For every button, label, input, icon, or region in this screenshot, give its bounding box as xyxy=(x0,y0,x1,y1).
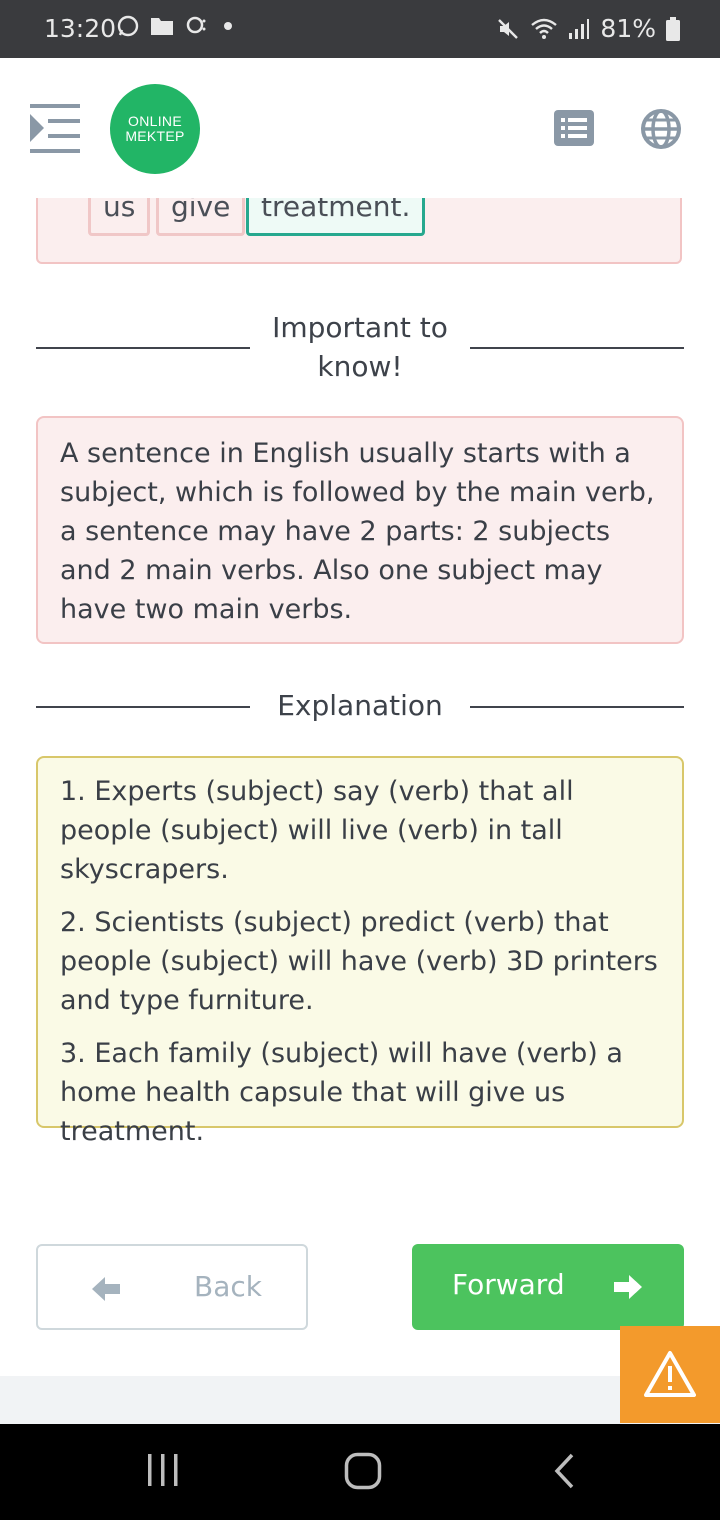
arrow-left-icon xyxy=(92,1277,120,1301)
weather-icon xyxy=(186,16,206,34)
list-icon[interactable] xyxy=(554,110,594,146)
lesson-content: us give treatment. Important to know! A … xyxy=(0,198,720,1376)
explanation-divider: Explanation xyxy=(36,686,684,726)
signal-icon xyxy=(569,18,590,39)
explanation-item-2: 2. Scientists (subject) predict (verb) t… xyxy=(60,907,658,1016)
online-mektep-logo[interactable]: ONLINE MEKTEP xyxy=(110,84,200,174)
logo-line-1: ONLINE xyxy=(128,113,182,129)
logo-line-2: MEKTEP xyxy=(125,128,185,144)
battery-percent: 81% xyxy=(600,14,656,43)
recent-apps-icon[interactable] xyxy=(146,1452,180,1488)
home-icon[interactable] xyxy=(344,1452,382,1490)
status-bar: 13:20 81% xyxy=(0,0,720,58)
divider-line-left xyxy=(36,706,250,708)
report-problem-button[interactable] xyxy=(620,1326,720,1423)
wifi-icon xyxy=(531,18,558,39)
word-chip-treatment[interactable]: treatment. xyxy=(246,198,426,236)
arrow-right-icon xyxy=(614,1275,642,1299)
divider-line-right xyxy=(470,706,684,708)
back-button-label: Back xyxy=(194,1270,262,1303)
whatsapp-icon xyxy=(117,15,139,37)
folder-icon xyxy=(151,18,173,35)
status-time: 13:20 xyxy=(44,14,117,43)
explanation-title: Explanation xyxy=(277,689,443,722)
important-note-box: A sentence in English usually starts wit… xyxy=(36,416,684,644)
menu-indent-icon[interactable] xyxy=(30,104,82,154)
divider-line-right xyxy=(470,347,684,349)
forward-button-label: Forward xyxy=(452,1268,565,1301)
important-title: Important to know! xyxy=(272,311,448,383)
important-divider: Important to know! xyxy=(36,308,684,388)
important-note-text: A sentence in English usually starts wit… xyxy=(60,438,655,625)
android-nav-bar xyxy=(0,1424,720,1520)
page-bottom-strip xyxy=(0,1376,720,1424)
dot-icon xyxy=(224,22,232,30)
globe-icon[interactable] xyxy=(640,108,682,150)
explanation-item-1: 1. Experts (subject) say (verb) that all… xyxy=(60,776,574,885)
divider-line-left xyxy=(36,347,250,349)
app-header: ONLINE MEKTEP xyxy=(0,58,720,198)
explanation-box: 1. Experts (subject) say (verb) that all… xyxy=(36,756,684,1147)
back-button[interactable]: Back xyxy=(36,1244,308,1330)
back-nav-icon[interactable] xyxy=(552,1452,578,1490)
battery-icon xyxy=(666,16,680,41)
word-chip-give[interactable]: give xyxy=(156,198,246,236)
answer-sentence-box: us give treatment. xyxy=(36,198,682,264)
forward-button[interactable]: Forward xyxy=(412,1244,684,1330)
warning-icon xyxy=(644,1351,696,1397)
explanation-item-3: 3. Each family (subject) will have (verb… xyxy=(60,1038,623,1147)
mute-icon xyxy=(498,18,519,39)
word-chip-us[interactable]: us xyxy=(88,198,151,236)
